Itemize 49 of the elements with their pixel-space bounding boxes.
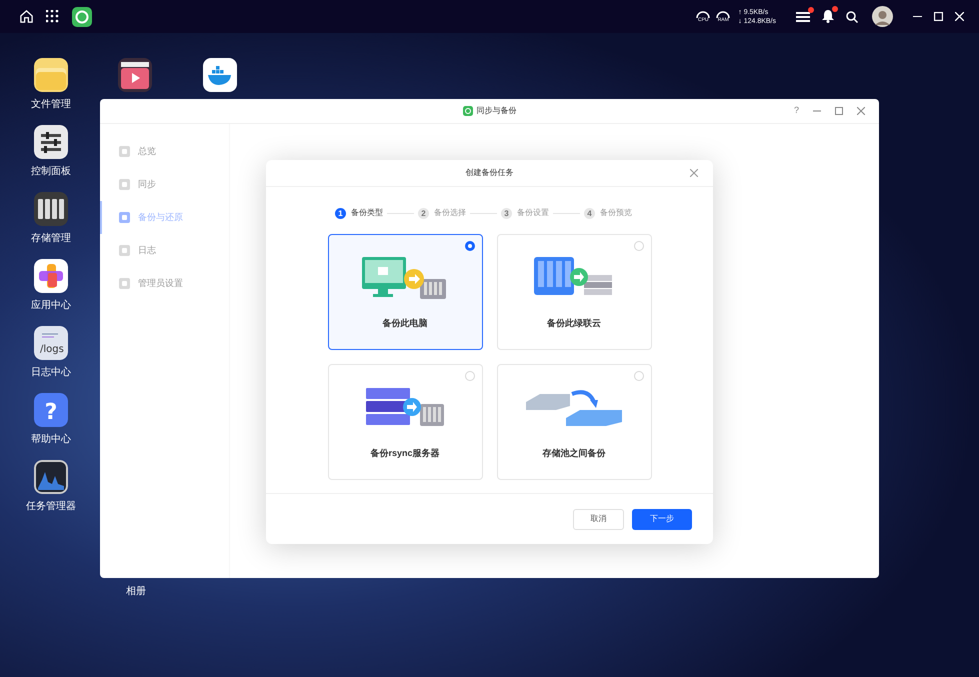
help-button[interactable]: ? (794, 104, 799, 118)
backup-type-card[interactable]: 备份此电脑 (328, 234, 482, 350)
card-label: 备份rsync服务器 (370, 447, 440, 460)
video-app-icon[interactable] (118, 58, 152, 92)
desktop-icon-label[interactable]: 控制面板 (31, 166, 71, 178)
gauge-icon (696, 10, 710, 18)
desktop-icon-label[interactable]: 任务管理器 (26, 501, 76, 513)
search-icon[interactable] (846, 10, 858, 22)
step-number: 2 (418, 208, 429, 218)
backup-type-card[interactable]: 备份此绿联云 (496, 234, 652, 350)
help-icon[interactable]: ? (34, 393, 68, 427)
next-button[interactable]: 下一步 (632, 508, 692, 530)
step-label: 备份预览 (600, 207, 632, 219)
apps-grid-icon[interactable] (46, 10, 59, 23)
step-label: 备份选择 (434, 207, 466, 219)
card-label: 备份此电脑 (382, 317, 428, 330)
step-label: 备份设置 (517, 207, 549, 219)
step-number: 1 (335, 208, 346, 218)
app-center-icon[interactable] (34, 259, 68, 293)
desktop-icon-label[interactable]: 文件管理 (31, 99, 71, 111)
window-title: 同步与备份 (476, 105, 516, 117)
desktop-icon-label[interactable]: 日志中心 (31, 367, 71, 379)
cancel-button[interactable]: 取消 (573, 508, 624, 530)
storage-drives-icon[interactable] (34, 192, 68, 226)
desktop-icon-label[interactable]: 相册 (126, 584, 146, 599)
dialog-title: 创建备份任务 (466, 167, 514, 179)
step-number: 3 (501, 208, 512, 218)
card-label: 备份此绿联云 (547, 317, 601, 330)
backup-type-card[interactable]: 备份rsync服务器 (328, 364, 482, 480)
backup-type-card[interactable]: 存储池之间备份 (496, 364, 652, 480)
gauge-icon (716, 10, 730, 18)
sync-app-icon[interactable] (72, 6, 92, 26)
card-label: 存储池之间备份 (542, 447, 606, 460)
radio-button[interactable] (464, 241, 474, 251)
desktop-icon-label[interactable]: 帮助中心 (31, 434, 71, 446)
logs-icon[interactable]: /logs (34, 326, 68, 360)
sync-app-icon (462, 106, 472, 116)
desktop-icon-label[interactable]: 存储管理 (31, 233, 71, 245)
bell-icon[interactable] (822, 10, 834, 23)
avatar-icon[interactable] (872, 6, 893, 27)
home-icon[interactable] (19, 9, 34, 24)
desktop-icon-label[interactable]: 应用中心 (31, 300, 71, 312)
step-label: 备份类型 (351, 207, 383, 219)
activity-chart-icon[interactable] (34, 460, 68, 494)
step-number: 4 (584, 208, 595, 218)
control-panel-icon[interactable] (34, 125, 68, 159)
container-whale-icon[interactable] (203, 58, 237, 92)
transfers-icon[interactable] (796, 10, 810, 22)
folder-icon[interactable] (34, 58, 68, 92)
